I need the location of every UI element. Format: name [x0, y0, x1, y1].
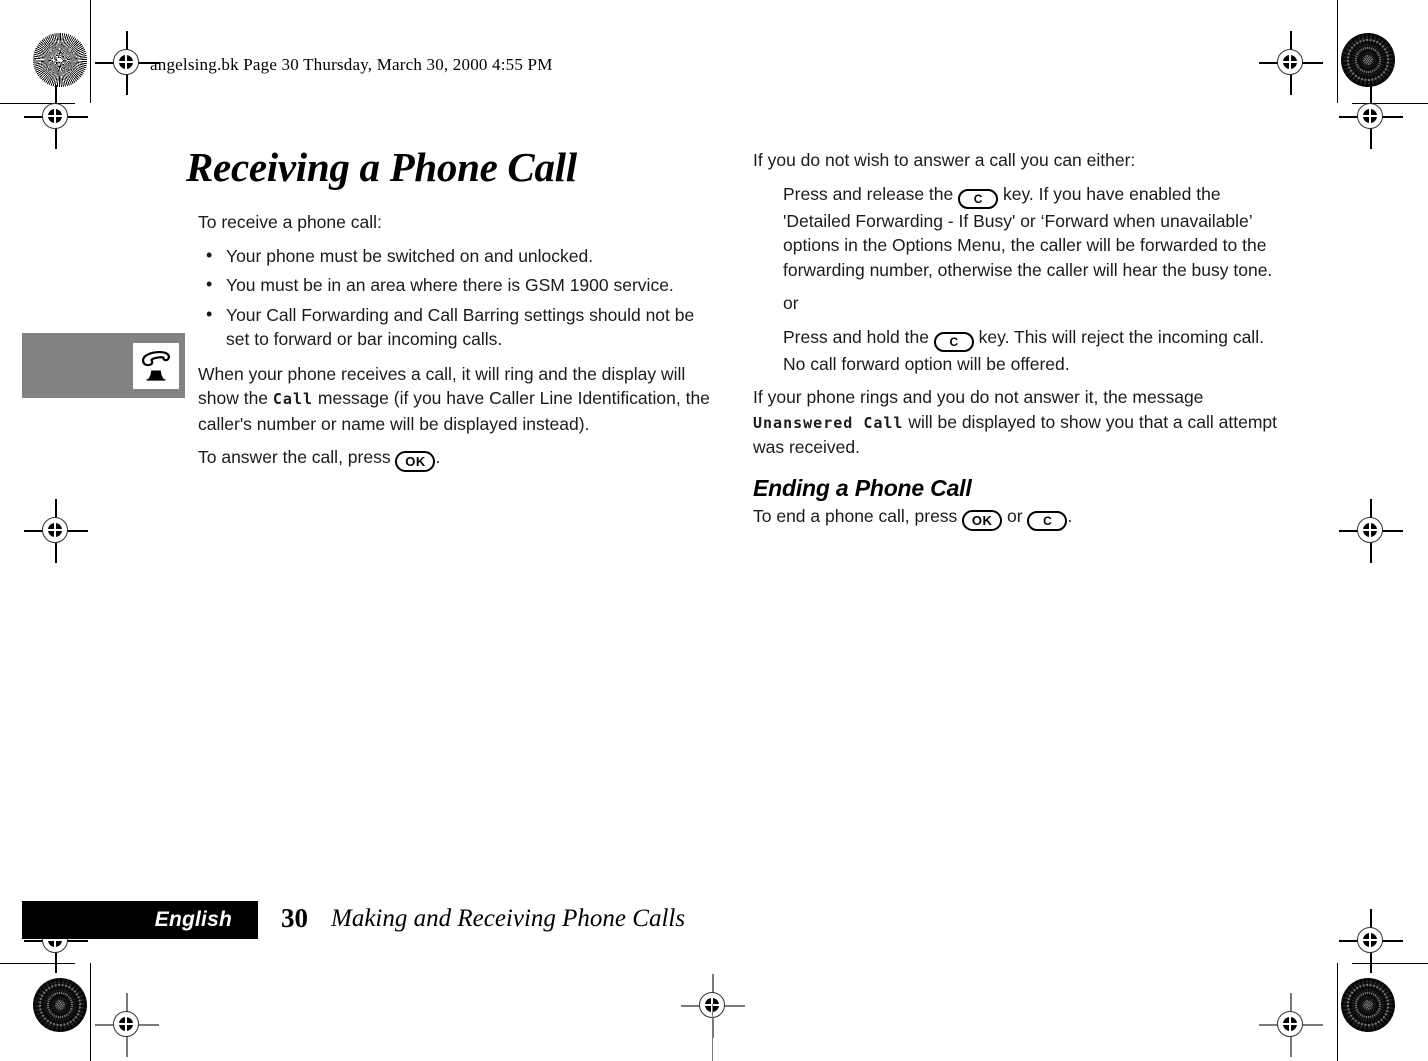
c-key-icon: C: [933, 331, 974, 352]
page-number: 30: [281, 903, 308, 933]
trim-line-bottom-right: [1337, 963, 1338, 1061]
header-slug: angelsing.bk Page 30 Thursday, March 30,…: [150, 55, 553, 74]
trim-line-bottom-left: [90, 963, 91, 1061]
ending-text-pre: To end a phone call, press: [753, 506, 963, 526]
lcd-unanswered-call-label: Unanswered Call: [753, 413, 904, 432]
phone-handset-icon: [133, 342, 179, 389]
ending-call-heading: Ending a Phone Call: [753, 474, 972, 501]
chapter-side-tab: [22, 333, 185, 398]
left-column: To receive a phone call: Your phone must…: [198, 210, 718, 481]
unanswered-text-pre: If your phone rings and you do not answe…: [753, 387, 1204, 407]
rosette-blob-bottom-right: [1341, 978, 1395, 1032]
trim-line-top-left: [90, 0, 91, 103]
registration-mark-top-right-inner: [1259, 31, 1323, 95]
reject-option-2: Press and hold the C key. This will reje…: [753, 325, 1278, 377]
rosette-blob-top-right: [1341, 33, 1395, 87]
page-title: Receiving a Phone Call: [186, 144, 577, 190]
left-intro-paragraph: To receive a phone call:: [198, 212, 382, 232]
ending-or-text: or: [1002, 506, 1028, 526]
c-key-icon: C: [1027, 511, 1068, 531]
language-label: English: [154, 908, 232, 931]
answer-text-post: .: [435, 447, 441, 467]
or-separator: or: [783, 293, 799, 313]
language-footer-bar: English: [22, 901, 258, 939]
registration-mark-lower-right-outer: [1339, 909, 1403, 973]
lcd-call-label: Call: [272, 390, 314, 408]
chapter-title: Making and Receiving Phone Calls: [331, 905, 686, 932]
option2-text-pre: Press and hold the: [783, 326, 934, 347]
registration-mark-mid-right: [1339, 499, 1403, 563]
document-page: angelsing.bk Page 30 Thursday, March 30,…: [0, 0, 1428, 1061]
ending-text-post: .: [1067, 506, 1073, 526]
ending-call-paragraph: To end a phone call, press OK or C.: [753, 504, 1278, 531]
answer-paragraph: To answer the call, press OK.: [198, 445, 718, 472]
trim-line-bottom-center: [712, 1004, 713, 1061]
unanswered-call-paragraph: If your phone rings and you do not answe…: [753, 385, 1278, 460]
ringing-paragraph: When your phone receives a call, it will…: [198, 362, 718, 437]
trim-line-top-right: [1337, 0, 1338, 103]
reject-option-1: Press and release the C key. If you have…: [753, 182, 1278, 283]
answer-text-pre: To answer the call, press: [198, 447, 396, 467]
list-item: You must be in an area where there is GS…: [198, 272, 718, 298]
registration-mark-mid-left: [24, 499, 88, 563]
registration-mark-bottom-right-inner: [1259, 993, 1323, 1057]
requirements-list: Your phone must be switched on and unloc…: [198, 243, 718, 352]
registration-mark-upper-left-outer: [24, 85, 88, 149]
registration-mark-bottom-center: [681, 974, 745, 1038]
ok-key-icon: OK: [962, 510, 1003, 531]
registration-mark-top-left-inner: [95, 31, 159, 95]
rosette-star-top-left: [33, 33, 87, 87]
right-column: If you do not wish to answer a call you …: [753, 148, 1278, 540]
right-intro-paragraph: If you do not wish to answer a call you …: [753, 150, 1136, 170]
rosette-blob-bottom-left: [33, 978, 87, 1032]
option1-text-pre: Press and release the: [783, 183, 959, 204]
list-item: Your Call Forwarding and Call Barring se…: [198, 302, 718, 352]
registration-mark-bottom-left-inner: [95, 993, 159, 1057]
ok-key-icon: OK: [395, 451, 436, 472]
c-key-icon: C: [958, 188, 999, 209]
registration-mark-upper-right-outer: [1339, 85, 1403, 149]
list-item: Your phone must be switched on and unloc…: [198, 243, 718, 269]
